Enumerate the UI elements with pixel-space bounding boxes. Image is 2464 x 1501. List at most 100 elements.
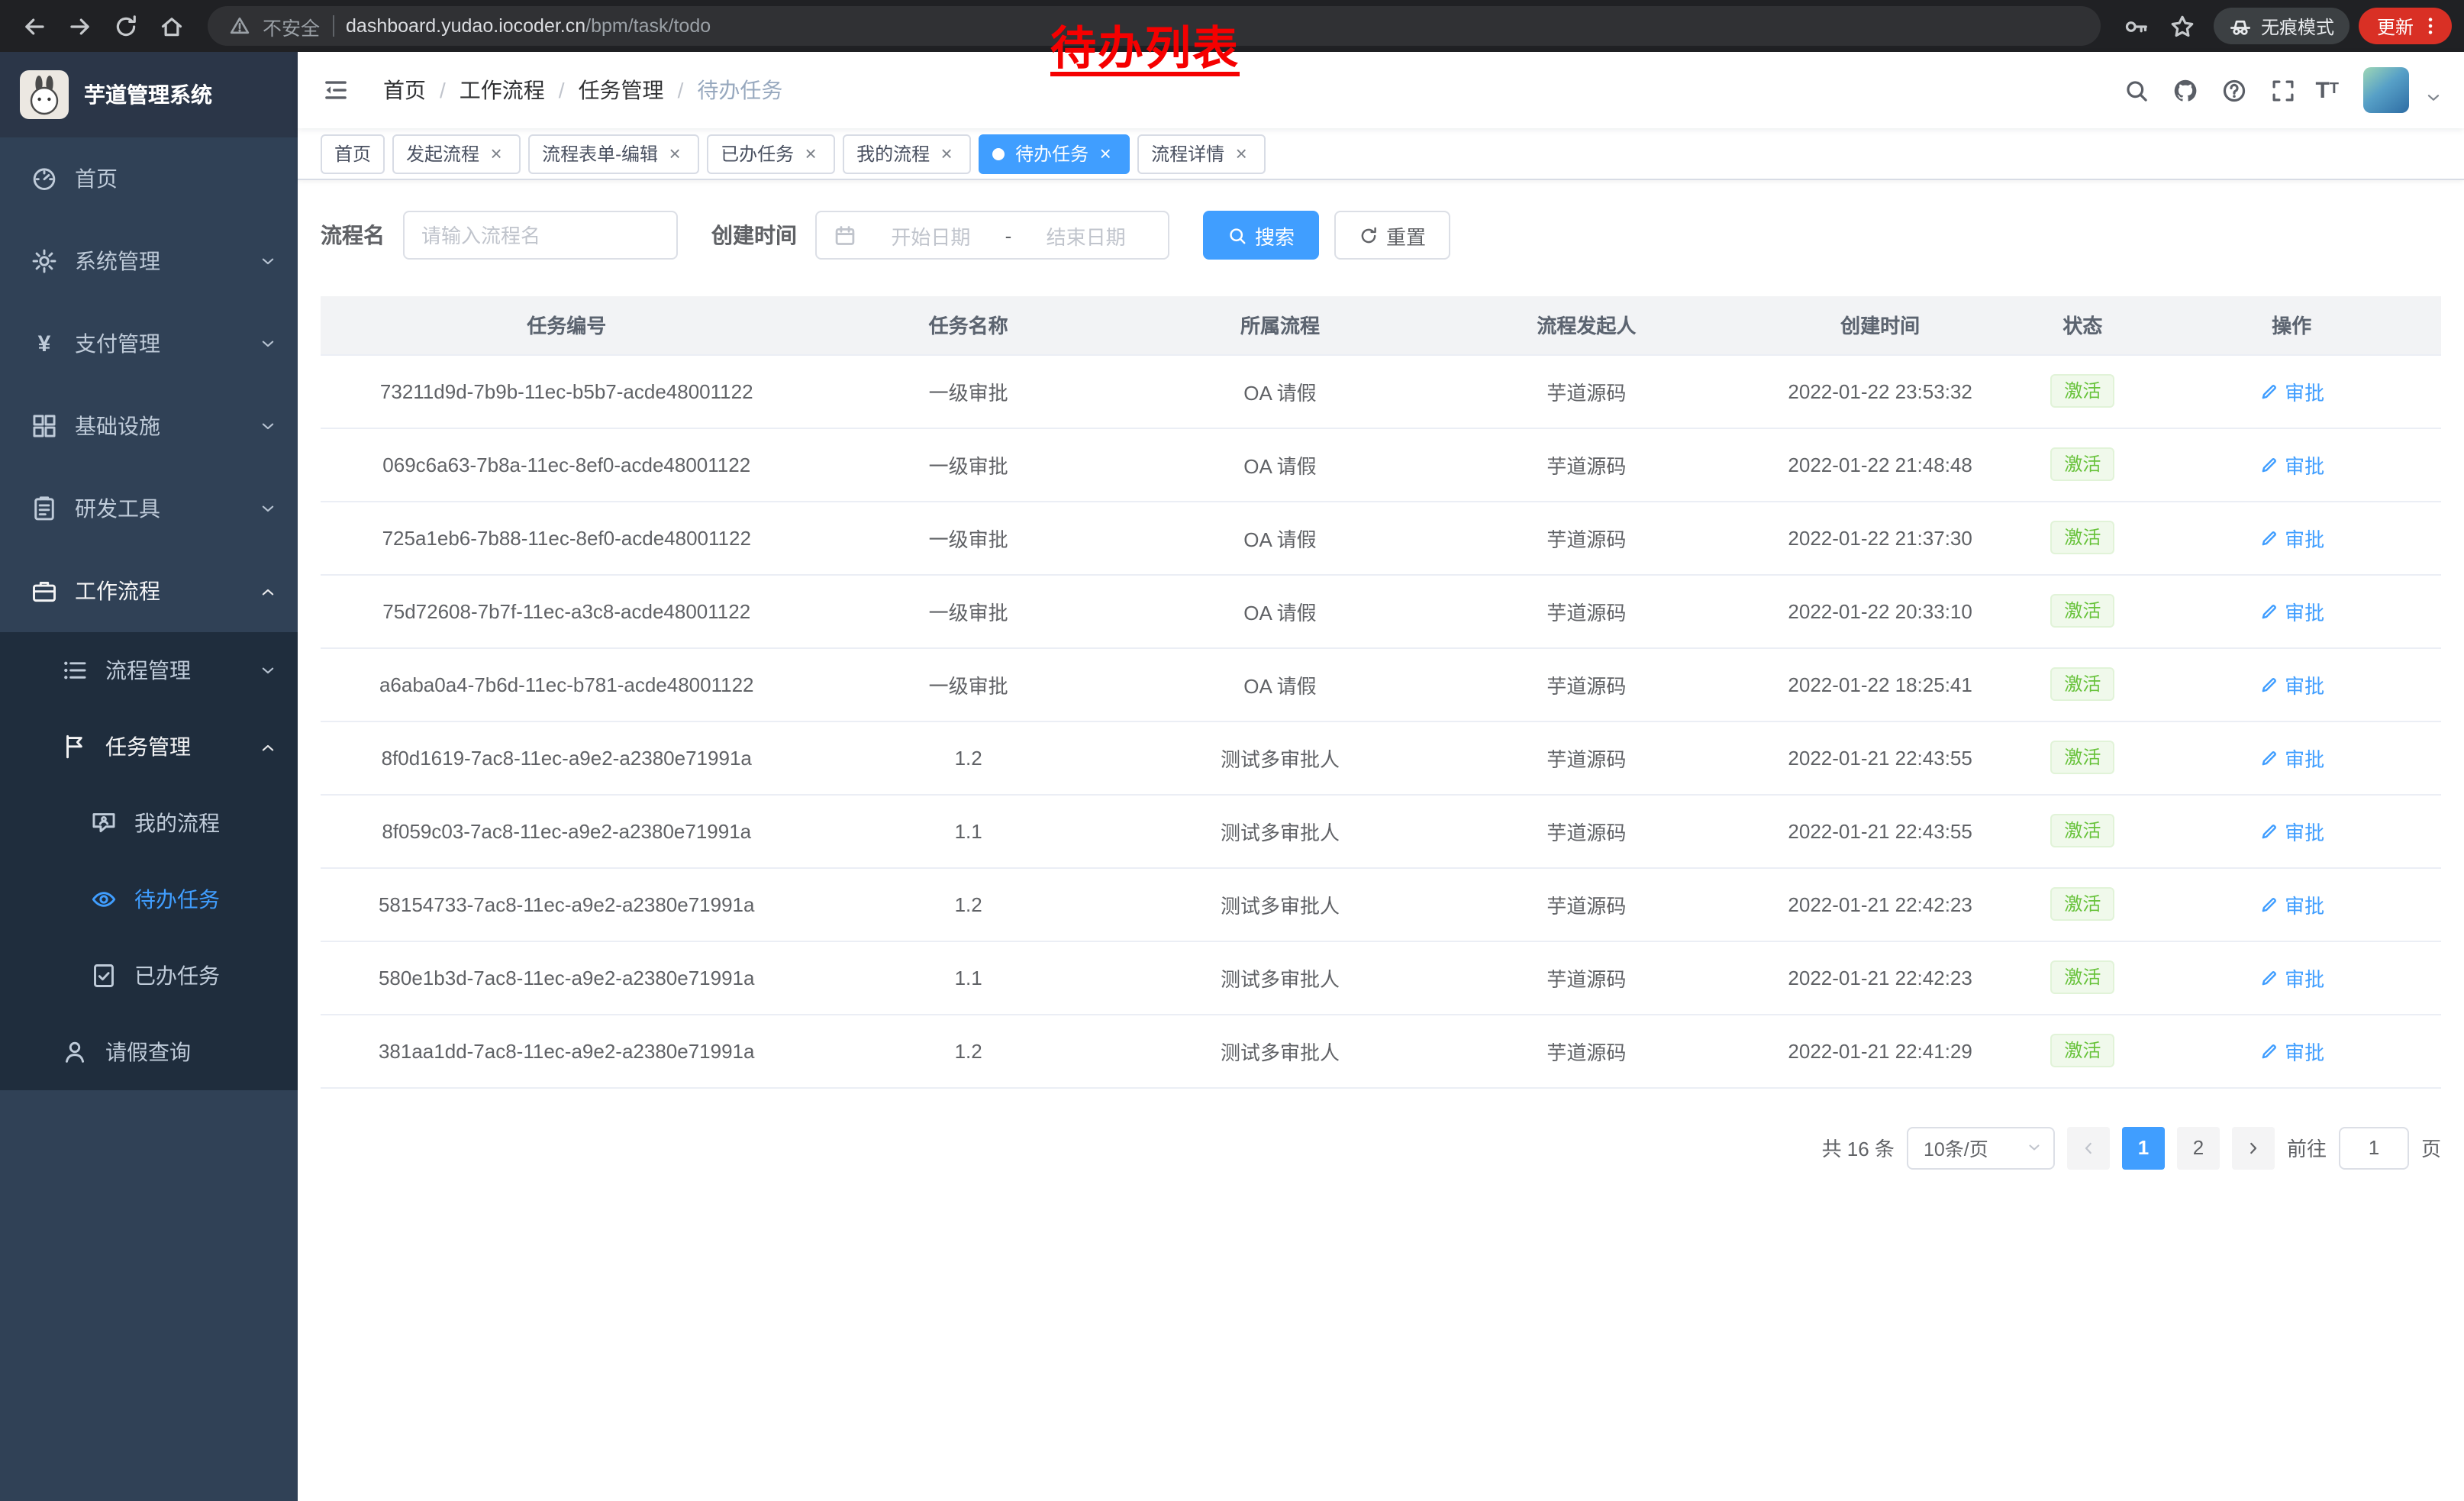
- workflow-submenu: 流程管理 任务管理 我的流程 待办任务: [0, 632, 298, 1090]
- calendar-icon: [834, 224, 856, 247]
- menu-fold-icon[interactable]: [298, 52, 374, 128]
- incognito-badge: 无痕模式: [2214, 8, 2350, 44]
- approve-link[interactable]: 审批: [2259, 450, 2324, 479]
- tab-done-tasks[interactable]: 已办任务×: [707, 134, 835, 173]
- font-size-icon[interactable]: TT: [2315, 73, 2339, 107]
- approve-link[interactable]: 审批: [2259, 816, 2324, 845]
- chevron-down-icon[interactable]: [2424, 89, 2443, 107]
- reset-button-label: 重置: [1386, 221, 1426, 250]
- edit-icon: [2259, 967, 2279, 987]
- approve-label: 审批: [2285, 450, 2324, 479]
- github-icon[interactable]: [2169, 73, 2202, 107]
- help-icon[interactable]: [2217, 73, 2251, 107]
- approve-link[interactable]: 审批: [2259, 743, 2324, 772]
- approve-link[interactable]: 审批: [2259, 523, 2324, 552]
- breadcrumb-item-home[interactable]: 首页: [383, 75, 426, 105]
- sidebar-item-infrastructure[interactable]: 基础设施: [0, 385, 298, 467]
- cell-status: 激活: [2024, 1014, 2143, 1087]
- fullscreen-icon[interactable]: [2266, 73, 2300, 107]
- search-button[interactable]: 搜索: [1203, 211, 1319, 260]
- sidebar-item-home[interactable]: 首页: [0, 137, 298, 220]
- page-size-select[interactable]: 10条/页: [1907, 1126, 2055, 1169]
- cell-initiator: 芋道源码: [1436, 647, 1737, 721]
- refresh-icon[interactable]: [104, 5, 147, 47]
- cell-action: 审批: [2142, 1014, 2441, 1087]
- status-badge: 激活: [2050, 960, 2114, 994]
- cell-task-id: 75d72608-7b7f-11ec-a3c8-acde48001122: [321, 574, 812, 647]
- edit-icon: [2259, 601, 2279, 621]
- back-icon[interactable]: [12, 5, 55, 47]
- status-badge: 激活: [2050, 814, 2114, 847]
- edit-icon: [2259, 454, 2279, 474]
- forward-icon[interactable]: [58, 5, 101, 47]
- cell-task-id: 381aa1dd-7ac8-11ec-a9e2-a2380e71991a: [321, 1014, 812, 1087]
- close-icon[interactable]: ×: [936, 143, 957, 164]
- sidebar-item-workflow[interactable]: 工作流程: [0, 550, 298, 632]
- update-button[interactable]: 更新: [2359, 8, 2452, 44]
- close-icon[interactable]: ×: [1230, 143, 1252, 164]
- sidebar-item-task-management[interactable]: 任务管理: [0, 709, 298, 785]
- menu-dots-icon[interactable]: [2420, 15, 2441, 37]
- page-button-1[interactable]: 1: [2122, 1126, 2165, 1169]
- sidebar-item-todo-tasks[interactable]: 待办任务: [0, 861, 298, 938]
- close-icon[interactable]: ×: [800, 143, 821, 164]
- tab-process-detail[interactable]: 流程详情×: [1137, 134, 1266, 173]
- breadcrumb-separator: /: [440, 78, 446, 102]
- cell-created: 2022-01-21 22:43:55: [1737, 794, 2024, 867]
- reset-button[interactable]: 重置: [1334, 211, 1450, 260]
- key-icon[interactable]: [2116, 5, 2159, 47]
- cell-task-id: 73211d9d-7b9b-11ec-b5b7-acde48001122: [321, 354, 812, 428]
- cell-created: 2022-01-22 23:53:32: [1737, 354, 2024, 428]
- page-button-2[interactable]: 2: [2177, 1126, 2220, 1169]
- sidebar-item-dev-tools[interactable]: 研发工具: [0, 467, 298, 550]
- cell-initiator: 芋道源码: [1436, 1014, 1737, 1087]
- approve-link[interactable]: 审批: [2259, 670, 2324, 699]
- approve-label: 审批: [2285, 743, 2324, 772]
- cell-action: 审批: [2142, 647, 2441, 721]
- search-icon: [1227, 225, 1247, 245]
- sidebar-item-payment-management[interactable]: ¥ 支付管理: [0, 302, 298, 385]
- tab-home[interactable]: 首页: [321, 134, 385, 173]
- sidebar-item-label: 已办任务: [134, 960, 220, 991]
- breadcrumb-item-workflow[interactable]: 工作流程: [460, 75, 545, 105]
- approve-link[interactable]: 审批: [2259, 963, 2324, 992]
- table-row: 75d72608-7b7f-11ec-a3c8-acde48001122一级审批…: [321, 574, 2441, 647]
- tab-todo-tasks[interactable]: 待办任务×: [979, 134, 1130, 173]
- sidebar-item-my-processes[interactable]: 我的流程: [0, 785, 298, 861]
- table-row: a6aba0a4-7b6d-11ec-b781-acde48001122一级审批…: [321, 647, 2441, 721]
- cell-task-id: 580e1b3d-7ac8-11ec-a9e2-a2380e71991a: [321, 941, 812, 1014]
- date-range-separator: -: [1005, 224, 1012, 247]
- approve-link[interactable]: 审批: [2259, 376, 2324, 405]
- avatar[interactable]: [2363, 67, 2409, 113]
- sidebar-item-done-tasks[interactable]: 已办任务: [0, 938, 298, 1014]
- next-page-button[interactable]: [2232, 1126, 2275, 1169]
- approve-link[interactable]: 审批: [2259, 1036, 2324, 1065]
- prev-page-button[interactable]: [2067, 1126, 2110, 1169]
- approve-label: 审批: [2285, 816, 2324, 845]
- table-row: 58154733-7ac8-11ec-a9e2-a2380e71991a1.2测…: [321, 867, 2441, 941]
- process-name-label: 流程名: [321, 220, 385, 250]
- sidebar-item-system-management[interactable]: 系统管理: [0, 220, 298, 302]
- close-icon[interactable]: ×: [664, 143, 685, 164]
- sidebar-item-leave-query[interactable]: 请假查询: [0, 1014, 298, 1090]
- goto-page-input[interactable]: [2339, 1126, 2409, 1169]
- cell-initiator: 芋道源码: [1436, 794, 1737, 867]
- close-icon[interactable]: ×: [1095, 143, 1116, 164]
- tab-form-edit[interactable]: 流程表单-编辑×: [528, 134, 699, 173]
- search-icon[interactable]: [2120, 73, 2153, 107]
- process-name-input[interactable]: [403, 211, 678, 260]
- table-row: 73211d9d-7b9b-11ec-b5b7-acde48001122一级审批…: [321, 354, 2441, 428]
- column-header-initiator: 流程发起人: [1436, 296, 1737, 354]
- close-icon[interactable]: ×: [485, 143, 507, 164]
- pagination: 共 16 条 10条/页 1 2 前往 页: [321, 1126, 2441, 1169]
- date-range-input[interactable]: 开始日期 - 结束日期: [815, 211, 1169, 260]
- tab-start-process[interactable]: 发起流程×: [392, 134, 521, 173]
- sidebar-item-process-management[interactable]: 流程管理: [0, 632, 298, 709]
- app-logo-icon: [20, 70, 69, 119]
- approve-link[interactable]: 审批: [2259, 596, 2324, 625]
- approve-link[interactable]: 审批: [2259, 889, 2324, 918]
- home-icon[interactable]: [150, 5, 192, 47]
- star-icon[interactable]: [2162, 5, 2204, 47]
- tab-my-processes[interactable]: 我的流程×: [843, 134, 971, 173]
- breadcrumb-item-task-management[interactable]: 任务管理: [579, 75, 664, 105]
